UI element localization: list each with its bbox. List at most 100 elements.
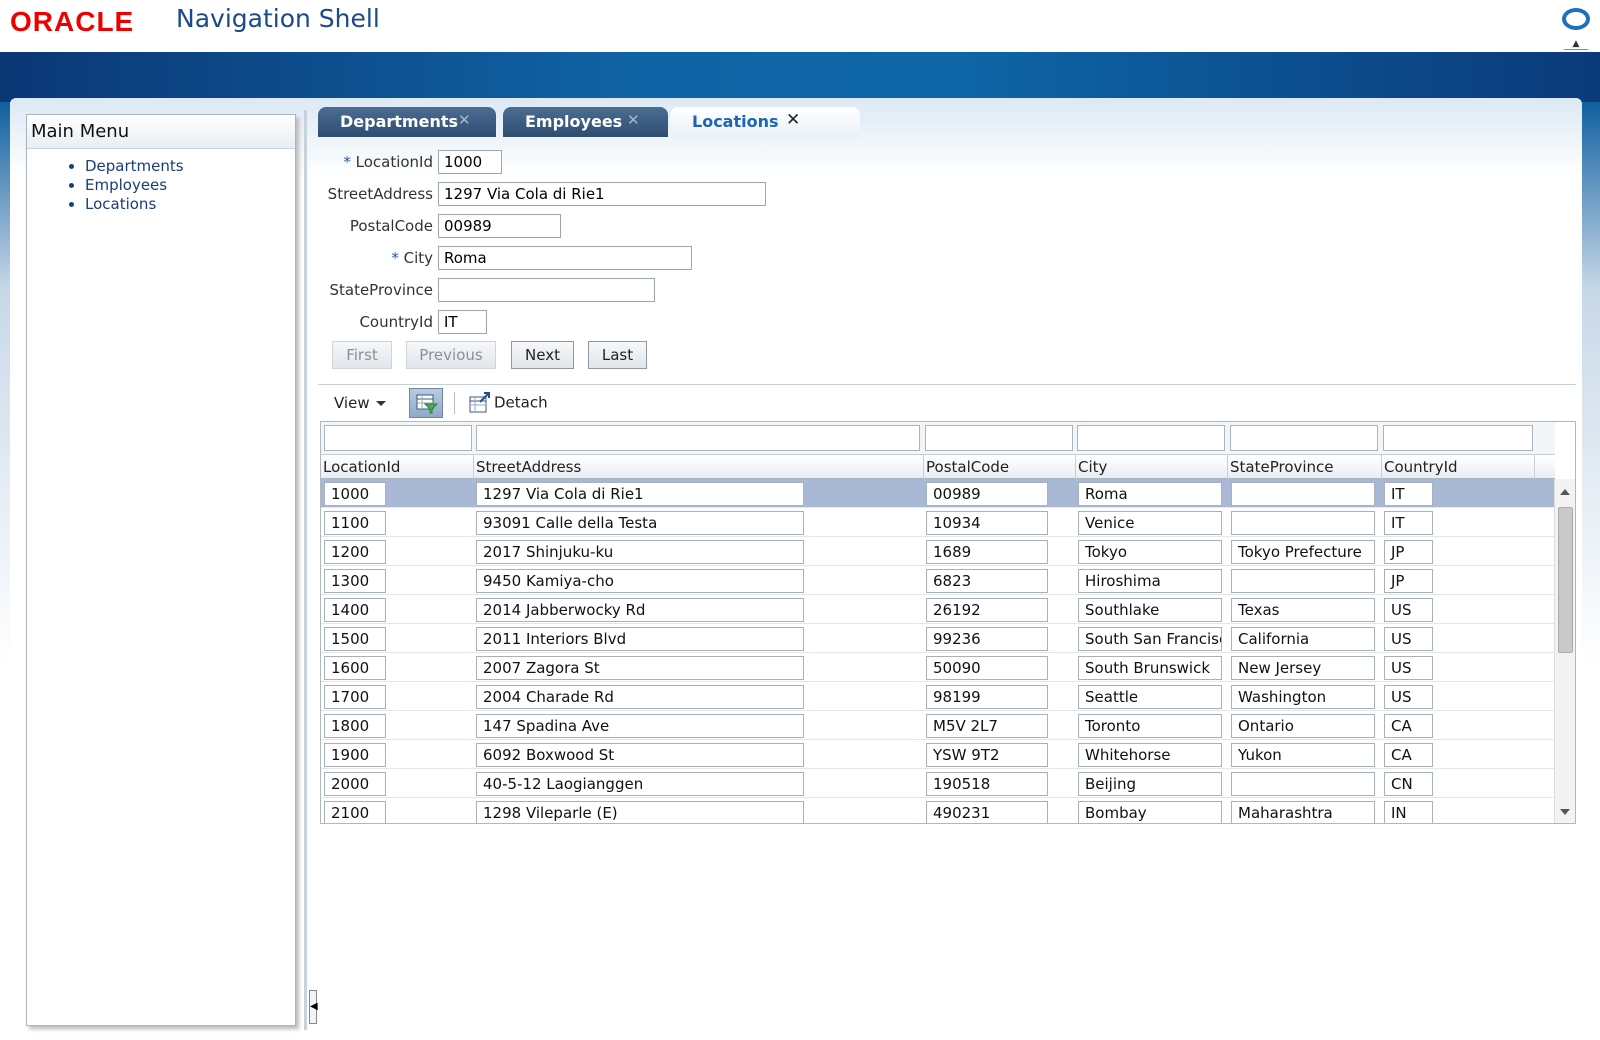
cell-city[interactable]: Whitehorse (1078, 743, 1222, 767)
cell-location-id[interactable]: 2100 (324, 801, 386, 823)
scroll-down-icon[interactable] (1560, 809, 1570, 815)
cell-state-province[interactable]: California (1231, 627, 1375, 651)
first-button[interactable]: First (332, 341, 392, 369)
cell-country-id[interactable]: CA (1384, 714, 1433, 738)
collapse-header-icon[interactable]: ▲ (1564, 40, 1588, 50)
cell-location-id[interactable]: 1900 (324, 743, 386, 767)
cell-state-province[interactable]: New Jersey (1231, 656, 1375, 680)
postal-code-field[interactable]: 00989 (438, 214, 561, 238)
cell-postal-code[interactable]: 00989 (926, 482, 1048, 506)
cell-street-address[interactable]: 1297 Via Cola di Rie1 (476, 482, 804, 506)
next-button[interactable]: Next (511, 341, 574, 369)
sidebar-item-employees[interactable]: Employees (85, 176, 295, 195)
location-id-field[interactable]: 1000 (438, 150, 502, 174)
cell-country-id[interactable]: IN (1384, 801, 1433, 823)
table-row[interactable]: 1300 9450 Kamiya-cho 6823 Hiroshima JP (321, 566, 1555, 595)
cell-street-address[interactable]: 6092 Boxwood St (476, 743, 804, 767)
table-row[interactable]: 1600 2007 Zagora St 50090 South Brunswick Ne… (321, 653, 1555, 682)
cell-postal-code[interactable]: 6823 (926, 569, 1048, 593)
cell-city[interactable]: Hiroshima (1078, 569, 1222, 593)
cell-city[interactable]: Tokyo (1078, 540, 1222, 564)
close-icon[interactable]: ✕ (786, 110, 800, 130)
tab-departments[interactable]: Departments ✕ (318, 107, 496, 137)
column-header-city[interactable]: City (1076, 455, 1228, 479)
tab-locations[interactable]: Locations ✕ (670, 107, 860, 137)
panel-splitter[interactable] (304, 110, 307, 1030)
cell-state-province[interactable]: Tokyo Prefecture (1231, 540, 1375, 564)
street-address-field[interactable]: 1297 Via Cola di Rie1 (438, 182, 766, 206)
collapse-sidebar-icon[interactable]: ◀ (309, 990, 318, 1024)
cell-street-address[interactable]: 2004 Charade Rd (476, 685, 804, 709)
cell-city[interactable]: South San Francisc (1078, 627, 1222, 651)
column-header-postal-code[interactable]: PostalCode (924, 455, 1076, 479)
cell-country-id[interactable]: US (1384, 685, 1433, 709)
last-button[interactable]: Last (588, 341, 647, 369)
scroll-up-icon[interactable] (1560, 489, 1570, 495)
cell-country-id[interactable]: IT (1384, 511, 1433, 535)
cell-country-id[interactable]: IT (1384, 482, 1433, 506)
city-field[interactable]: Roma (438, 246, 692, 270)
cell-postal-code[interactable]: 10934 (926, 511, 1048, 535)
cell-state-province[interactable]: Ontario (1231, 714, 1375, 738)
cell-street-address[interactable]: 147 Spadina Ave (476, 714, 804, 738)
filter-location-id[interactable] (324, 425, 472, 451)
table-row[interactable]: 2100 1298 Vileparle (E) 490231 Bombay Mahara… (321, 798, 1555, 823)
cell-state-province[interactable]: Yukon (1231, 743, 1375, 767)
cell-postal-code[interactable]: 490231 (926, 801, 1048, 823)
cell-state-province[interactable]: Texas (1231, 598, 1375, 622)
cell-location-id[interactable]: 1700 (324, 685, 386, 709)
column-header-street-address[interactable]: StreetAddress (474, 455, 924, 479)
cell-street-address[interactable]: 1298 Vileparle (E) (476, 801, 804, 823)
cell-city[interactable]: Southlake (1078, 598, 1222, 622)
cell-city[interactable]: Seattle (1078, 685, 1222, 709)
close-icon[interactable]: ✕ (627, 111, 640, 129)
cell-city[interactable]: Bombay (1078, 801, 1222, 823)
cell-city[interactable]: Beijing (1078, 772, 1222, 796)
column-header-country-id[interactable]: CountryId (1382, 455, 1535, 479)
cell-postal-code[interactable]: 26192 (926, 598, 1048, 622)
close-icon[interactable]: ✕ (458, 111, 471, 129)
cell-city[interactable]: South Brunswick (1078, 656, 1222, 680)
cell-city[interactable]: Toronto (1078, 714, 1222, 738)
country-id-field[interactable]: IT (438, 310, 487, 334)
cell-street-address[interactable]: 9450 Kamiya-cho (476, 569, 804, 593)
sidebar-item-locations[interactable]: Locations (85, 195, 295, 214)
cell-postal-code[interactable]: YSW 9T2 (926, 743, 1048, 767)
cell-city[interactable]: Venice (1078, 511, 1222, 535)
cell-state-province[interactable] (1231, 772, 1375, 796)
state-province-field[interactable] (438, 278, 655, 302)
column-header-state-province[interactable]: StateProvince (1228, 455, 1382, 479)
cell-country-id[interactable]: CN (1384, 772, 1433, 796)
cell-postal-code[interactable]: 98199 (926, 685, 1048, 709)
view-menu[interactable]: View (334, 394, 386, 412)
table-row[interactable]: 1800 147 Spadina Ave M5V 2L7 Toronto Ontario… (321, 711, 1555, 740)
table-row[interactable]: 1100 93091 Calle della Testa 10934 Venice IT (321, 508, 1555, 537)
column-header-location-id[interactable]: LocationId (321, 455, 474, 479)
filter-postal-code[interactable] (925, 425, 1073, 451)
table-row[interactable]: 1000 1297 Via Cola di Rie1 00989 Roma IT (321, 479, 1555, 508)
cell-street-address[interactable]: 40-5-12 Laogianggen (476, 772, 804, 796)
cell-country-id[interactable]: CA (1384, 743, 1433, 767)
cell-location-id[interactable]: 1100 (324, 511, 386, 535)
sidebar-item-departments[interactable]: Departments (85, 157, 295, 176)
previous-button[interactable]: Previous (406, 341, 496, 369)
table-scrollbar[interactable] (1554, 479, 1575, 823)
cell-country-id[interactable]: US (1384, 627, 1433, 651)
table-row[interactable]: 1900 6092 Boxwood St YSW 9T2 Whitehorse Yuko… (321, 740, 1555, 769)
cell-location-id[interactable]: 1600 (324, 656, 386, 680)
cell-country-id[interactable]: US (1384, 598, 1433, 622)
tab-employees[interactable]: Employees ✕ (503, 107, 668, 137)
table-row[interactable]: 1200 2017 Shinjuku-ku 1689 Tokyo Tokyo Prefe… (321, 537, 1555, 566)
cell-country-id[interactable]: US (1384, 656, 1433, 680)
filter-state-province[interactable] (1230, 425, 1378, 451)
table-row[interactable]: 1500 2011 Interiors Blvd 99236 South San Fr… (321, 624, 1555, 653)
filter-street-address[interactable] (476, 425, 920, 451)
cell-postal-code[interactable]: M5V 2L7 (926, 714, 1048, 738)
cell-postal-code[interactable]: 99236 (926, 627, 1048, 651)
cell-location-id[interactable]: 1300 (324, 569, 386, 593)
query-by-example-button[interactable] (409, 388, 443, 418)
cell-location-id[interactable]: 1200 (324, 540, 386, 564)
detach-button[interactable]: Detach (469, 392, 548, 414)
filter-country-id[interactable] (1383, 425, 1533, 451)
cell-location-id[interactable]: 1500 (324, 627, 386, 651)
